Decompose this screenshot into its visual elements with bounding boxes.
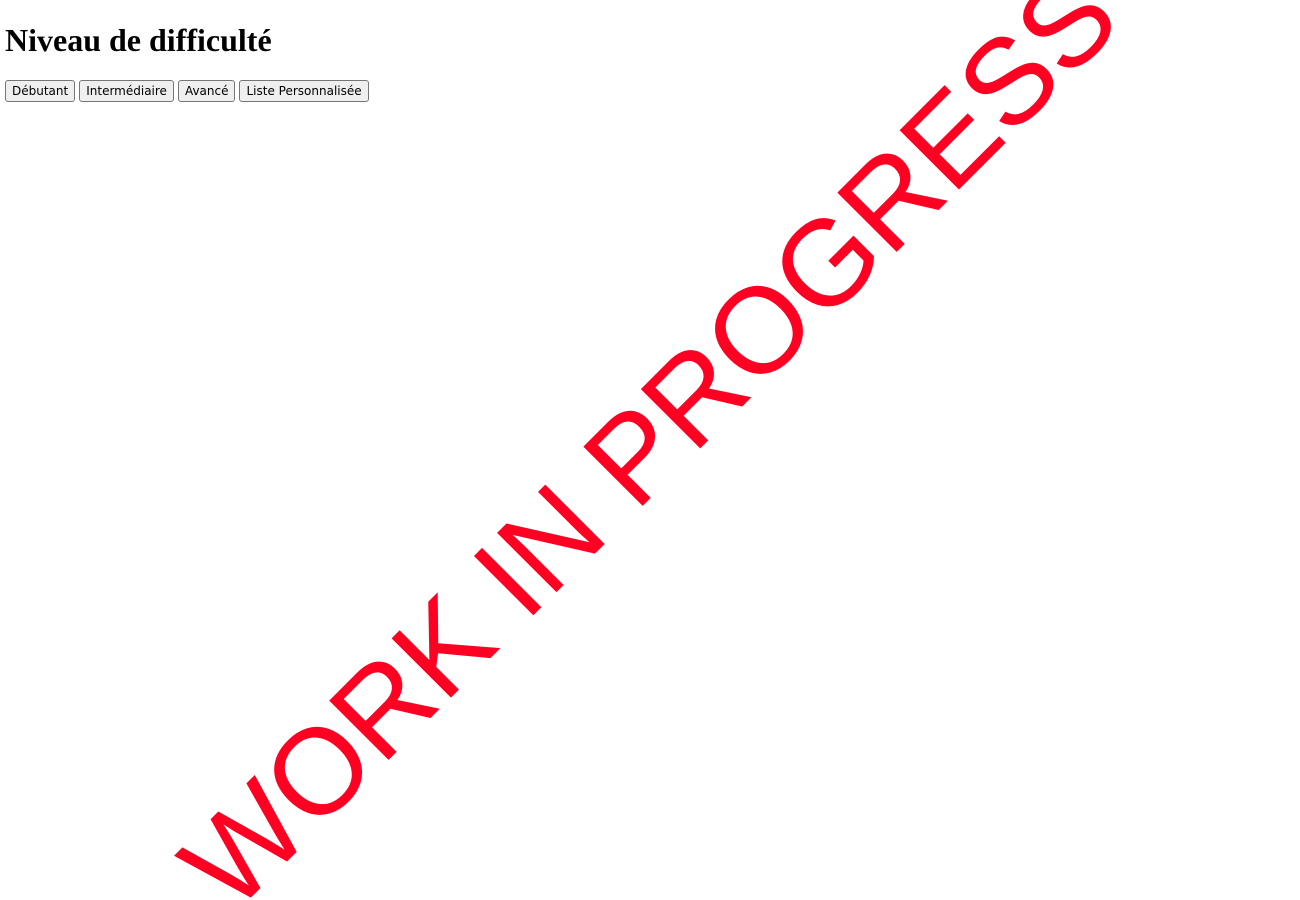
work-in-progress-watermark: WORK IN PROGRESS	[155, 0, 1143, 900]
advanced-button[interactable]: Avancé	[177, 80, 236, 102]
intermediate-button[interactable]: Intermédiaire	[79, 80, 174, 102]
difficulty-button-group: Débutant Intermédiaire Avancé Liste Pers…	[5, 80, 369, 102]
custom-list-button[interactable]: Liste Personnalisée	[239, 80, 369, 102]
page-title: Niveau de difficulté	[5, 22, 272, 58]
beginner-button[interactable]: Débutant	[5, 80, 76, 102]
watermark-text: WORK IN PROGRESS	[155, 0, 1143, 900]
